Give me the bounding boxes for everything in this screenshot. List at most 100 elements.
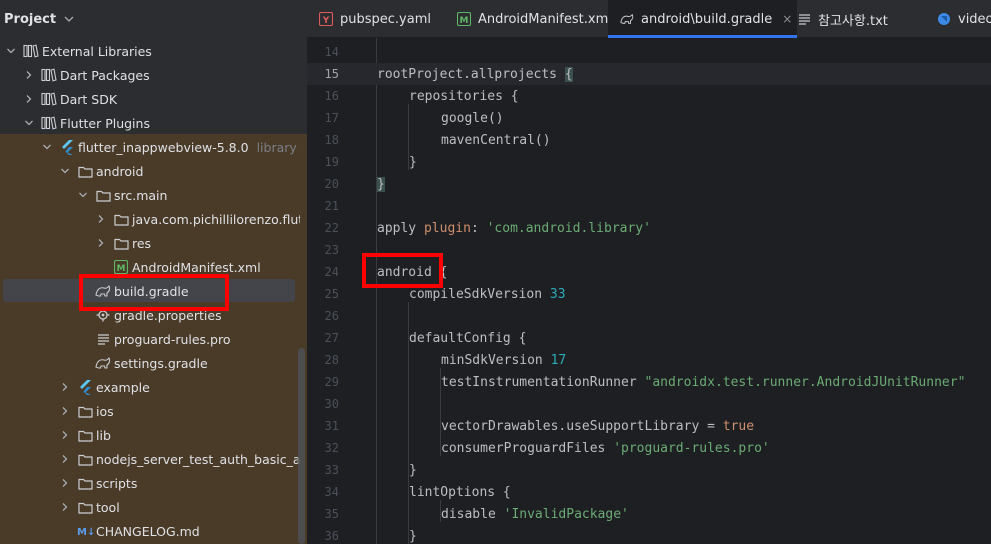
flutter-icon bbox=[59, 139, 75, 155]
tree-item-label: flutter_inappwebview-5.8.0 bbox=[78, 139, 249, 155]
code-text: repositories { bbox=[409, 89, 519, 104]
code-token: } bbox=[377, 176, 385, 192]
line-number: 26 bbox=[324, 309, 339, 323]
tree-item-scripts[interactable]: scripts bbox=[0, 471, 300, 495]
chevron-right-icon[interactable] bbox=[94, 212, 108, 226]
chevron-right-icon[interactable] bbox=[58, 476, 72, 490]
scrollbar-thumb[interactable] bbox=[298, 348, 305, 544]
tab-label: 참고사항.txt bbox=[818, 13, 888, 29]
tree-item-dart-packages[interactable]: Dart Packages bbox=[0, 63, 300, 87]
code-line[interactable]: 28 minSdkVersion 17 bbox=[307, 349, 991, 371]
tab-pubspec-yaml[interactable]: Ypubspec.yaml bbox=[319, 0, 457, 38]
code-line[interactable]: 21 bbox=[307, 195, 991, 217]
chevron-right-icon[interactable] bbox=[58, 404, 72, 418]
chevron-down-icon[interactable] bbox=[22, 116, 36, 130]
chevron-down-icon[interactable] bbox=[4, 44, 18, 58]
tree-item-example[interactable]: example bbox=[0, 375, 300, 399]
tree-item-android[interactable]: android bbox=[0, 159, 300, 183]
tree-item-settings-gradle[interactable]: settings.gradle bbox=[0, 351, 300, 375]
code-token: true bbox=[722, 418, 755, 434]
tree-item-res[interactable]: res bbox=[0, 231, 300, 255]
line-number: 30 bbox=[324, 397, 339, 411]
code-text: apply plugin: 'com.android.library' bbox=[377, 221, 651, 236]
tree-item-src-main[interactable]: src.main bbox=[0, 183, 300, 207]
chevron-down-icon[interactable] bbox=[40, 140, 54, 154]
gradle-icon bbox=[620, 12, 634, 26]
chevron-right-icon[interactable] bbox=[58, 452, 72, 466]
code-line[interactable]: 19} bbox=[307, 151, 991, 173]
code-editor[interactable]: 14 15 rootProject.allprojects {16 repositor… bbox=[307, 38, 991, 544]
tree-item-label: nodejs_server_test_auth_basic_and_ssl bbox=[96, 451, 300, 467]
tree-item-lib[interactable]: lib bbox=[0, 423, 300, 447]
code-line[interactable]: 17 google() bbox=[307, 107, 991, 129]
code-token: 'InvalidPackage' bbox=[503, 506, 629, 522]
line-number: 28 bbox=[324, 353, 339, 367]
code-line[interactable]: 27 defaultConfig { bbox=[307, 327, 991, 349]
line-number: 24 bbox=[324, 265, 339, 279]
gradle-icon bbox=[95, 355, 111, 371]
code-token: apply bbox=[377, 220, 424, 236]
code-line[interactable]: 22 apply plugin: 'com.android.library' bbox=[307, 217, 991, 239]
tree-item-proguard-rules-pro[interactable]: proguard-rules.pro bbox=[0, 327, 300, 351]
tab-참고사항-txt[interactable]: 참고사항.txt bbox=[797, 0, 937, 38]
tree-item-ios[interactable]: ios bbox=[0, 399, 300, 423]
tree-item-java-com-pichillilorenzo-flutter-i[interactable]: java.com.pichillilorenzo.flutter_i bbox=[0, 207, 300, 231]
tree-item-label: lib bbox=[96, 427, 111, 443]
line-number: 34 bbox=[324, 485, 339, 499]
chevron-right-icon[interactable] bbox=[58, 428, 72, 442]
code-line[interactable]: 20} bbox=[307, 173, 991, 195]
library-icon bbox=[41, 115, 57, 131]
chevron-right-icon[interactable] bbox=[94, 236, 108, 250]
chevron-down-icon[interactable] bbox=[76, 188, 90, 202]
code-line[interactable]: 36} bbox=[307, 525, 991, 544]
tab-video[interactable]: video_ bbox=[937, 0, 991, 38]
code-token: } bbox=[409, 462, 417, 478]
chevron-right-icon[interactable] bbox=[58, 380, 72, 394]
code-line[interactable]: 31 vectorDrawables.useSupportLibrary = tr… bbox=[307, 415, 991, 437]
tree-item-dart-sdk[interactable]: Dart SDK bbox=[0, 87, 300, 111]
close-icon[interactable]: × bbox=[782, 12, 792, 26]
code-line[interactable]: 29 testInstrumentationRunner "androidx.te… bbox=[307, 371, 991, 393]
tree-item-tool[interactable]: tool bbox=[0, 495, 300, 519]
chevron-right-icon[interactable] bbox=[58, 500, 72, 514]
tab-androidmanifest-xml[interactable]: M AndroidManifest.xml bbox=[457, 0, 620, 38]
tab-label: video_ bbox=[958, 11, 991, 27]
chevron-down-icon[interactable] bbox=[58, 164, 72, 178]
code-line[interactable]: 30 bbox=[307, 393, 991, 415]
project-panel: Project External Libraries Dart Packages D… bbox=[0, 0, 307, 544]
code-line[interactable]: 18 mavenCentral() bbox=[307, 129, 991, 151]
tree-item-label: Dart Packages bbox=[60, 67, 150, 83]
tree-item-flutter-inappwebview-5-8-0[interactable]: flutter_inappwebview-5.8.0 library root bbox=[0, 135, 300, 159]
tree-item-label: Flutter Plugins bbox=[60, 115, 150, 131]
folder-icon bbox=[113, 235, 129, 251]
code-line[interactable]: 26 bbox=[307, 305, 991, 327]
manifest-icon: M bbox=[113, 259, 129, 275]
code-line[interactable]: 16 repositories { bbox=[307, 85, 991, 107]
code-line[interactable]: 34 lintOptions { bbox=[307, 481, 991, 503]
tree-item-changelog-md[interactable]: M↓ CHANGELOG.md bbox=[0, 519, 300, 543]
code-text: compileSdkVersion 33 bbox=[409, 287, 566, 302]
code-token: { bbox=[564, 66, 573, 82]
chevron-right-icon[interactable] bbox=[22, 68, 36, 82]
code-line[interactable]: 35 disable 'InvalidPackage' bbox=[307, 503, 991, 525]
code-line[interactable]: 32 consumerProguardFiles 'proguard-rules.… bbox=[307, 437, 991, 459]
tree-item-external-libraries[interactable]: External Libraries bbox=[0, 39, 300, 63]
code-token: testInstrumentationRunner bbox=[441, 374, 645, 390]
code-text: minSdkVersion 17 bbox=[441, 353, 566, 368]
tree-item-nodejs-server-test-auth-basic-and-ssl[interactable]: nodejs_server_test_auth_basic_and_ssl bbox=[0, 447, 300, 471]
code-line[interactable]: 14 bbox=[307, 41, 991, 63]
line-number: 33 bbox=[324, 463, 339, 477]
line-number: 36 bbox=[324, 529, 339, 543]
code-line[interactable]: 15 rootProject.allprojects { bbox=[307, 63, 991, 85]
panel-header[interactable]: Project bbox=[0, 0, 307, 38]
code-text: } bbox=[409, 529, 417, 544]
tab-android-build-gradle[interactable]: android\build.gradle × bbox=[608, 0, 797, 38]
chevron-down-icon[interactable] bbox=[64, 13, 76, 25]
chevron-right-icon[interactable] bbox=[22, 92, 36, 106]
code-line[interactable]: 33} bbox=[307, 459, 991, 481]
code-text: defaultConfig { bbox=[409, 331, 526, 346]
markdown-icon: M↓ bbox=[77, 523, 93, 539]
tree-item-flutter-plugins[interactable]: Flutter Plugins bbox=[0, 111, 300, 135]
